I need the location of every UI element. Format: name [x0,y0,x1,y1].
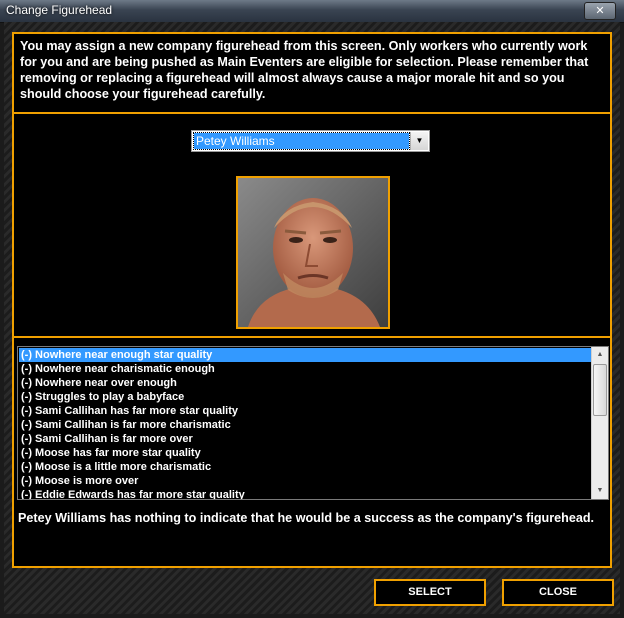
list-item[interactable]: (-) Moose is a little more charismatic [19,460,594,474]
worker-dropdown-value: Petey Williams [193,132,410,150]
worker-portrait-image [238,178,388,327]
chevron-down-icon[interactable]: ▼ [410,132,428,150]
close-icon[interactable]: ✕ [584,2,616,20]
list-item[interactable]: (-) Struggles to play a babyface [19,390,594,404]
divider [12,112,612,114]
list-item[interactable]: (-) Sami Callihan is far more charismati… [19,418,594,432]
worker-photo [236,176,390,329]
list-item[interactable]: (-) Moose has far more star quality [19,446,594,460]
scroll-up-icon[interactable]: ▲ [592,347,608,363]
window-title: Change Figurehead [6,3,113,17]
list-item[interactable]: (-) Sami Callihan is far more over [19,432,594,446]
list-item[interactable]: (-) Sami Callihan has far more star qual… [19,404,594,418]
divider [12,336,612,338]
scroll-down-icon[interactable]: ▼ [592,483,608,499]
list-scrollbar[interactable]: ▲ ▼ [591,347,608,499]
list-item[interactable]: (-) Moose is more over [19,474,594,488]
intro-text: You may assign a new company figurehead … [20,39,589,101]
select-button[interactable]: SELECT [374,579,486,606]
summary-text: Petey Williams has nothing to indicate t… [18,511,595,525]
list-item[interactable]: (-) Eddie Edwards has far more star qual… [19,488,594,499]
worker-dropdown[interactable]: Petey Williams ▼ [191,130,430,152]
title-bar: Change Figurehead ✕ [0,0,624,23]
reasons-list[interactable]: (-) Nowhere near enough star quality (-)… [17,346,609,500]
list-item[interactable]: (-) Nowhere near enough star quality [19,348,594,362]
close-button[interactable]: CLOSE [502,579,614,606]
list-item[interactable]: (-) Nowhere near over enough [19,376,594,390]
list-item[interactable]: (-) Nowhere near charismatic enough [19,362,594,376]
scroll-thumb[interactable] [593,364,607,416]
